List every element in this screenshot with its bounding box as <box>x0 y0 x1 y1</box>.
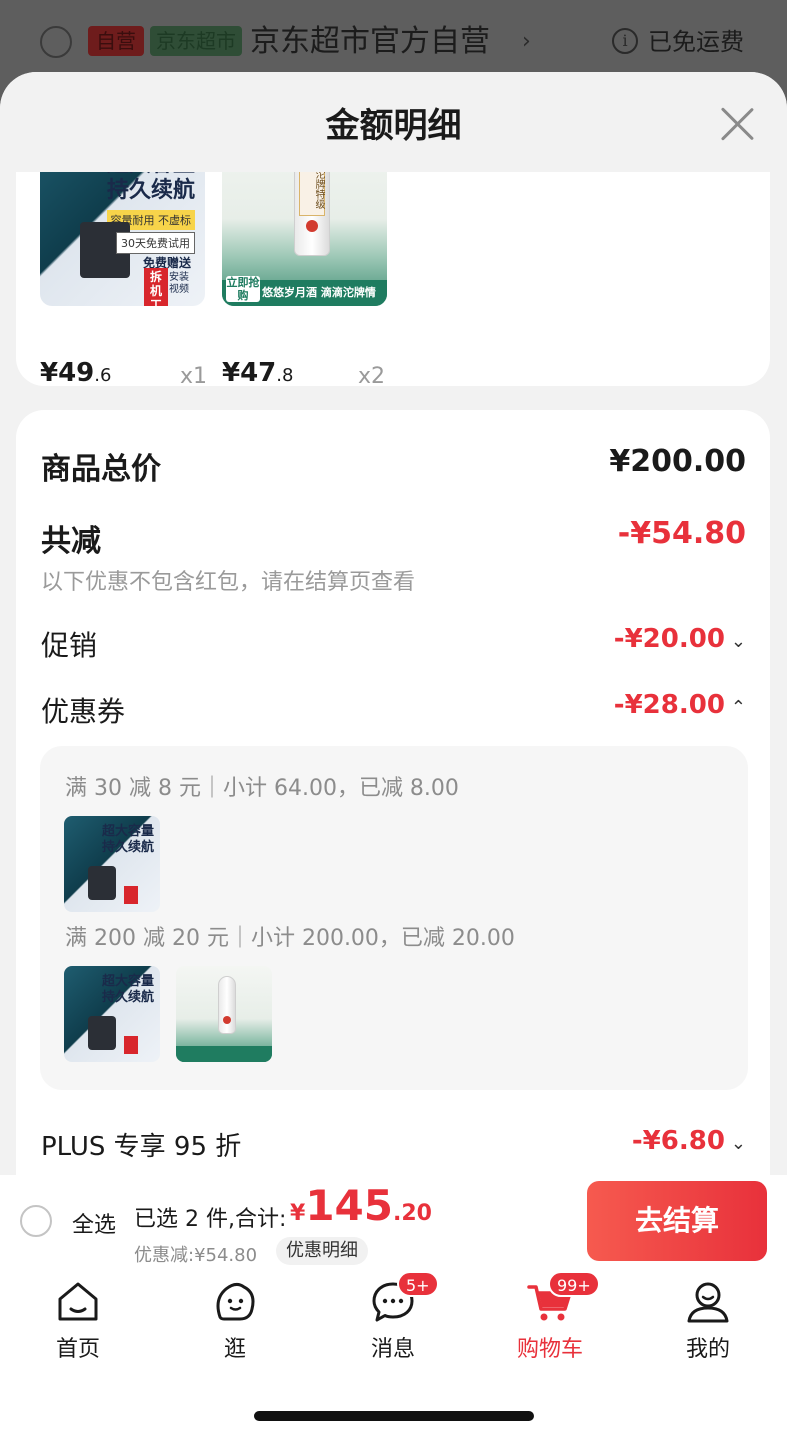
coupon-product-battery: 超大容量 持久续航 <box>64 816 160 912</box>
bottle-seal <box>306 220 318 232</box>
discount-summary: 优惠减:¥54.80 <box>134 1245 258 1266</box>
product-price: ¥47.8 <box>222 358 294 386</box>
explore-icon <box>216 1282 255 1321</box>
coupon-detail-box: 满 30 减 8 元｜小计 64.00，已减 8.00 超大容量 持久续航 满 … <box>40 746 748 1090</box>
supermarket-tag: 京东超市 <box>150 26 242 56</box>
promotion-value: -¥20.00 <box>613 624 725 654</box>
total-reduction-label: 共减 <box>41 524 101 559</box>
chevron-down-icon: ⌄ <box>730 631 746 652</box>
reduction-hint: 以下优惠不包含红包，请在结算页查看 <box>41 570 416 595</box>
coupon-rule: 满 30 减 8 元｜小计 64.00，已减 8.00 <box>65 776 459 801</box>
chevron-down-icon: ⌄ <box>730 1133 746 1154</box>
cart-badge: 99+ <box>548 1271 600 1297</box>
tab-label: 购物车 <box>516 1337 583 1362</box>
selected-count: 已选 2 件,合计: <box>134 1207 287 1232</box>
close-icon[interactable] <box>717 104 757 144</box>
info-icon: i <box>612 28 638 54</box>
bottom-tab-bar: 首页 逛 5+ 消息 99+ 购物车 我的 <box>0 1265 787 1437</box>
goods-total-label: 商品总价 <box>41 452 161 487</box>
chevron-right-icon: › <box>522 29 531 54</box>
discount-detail-button[interactable]: 优惠明细 <box>276 1237 368 1265</box>
coupon-product-battery: 超大容量 持久续航 <box>64 966 160 1062</box>
coupon-label: 优惠券 <box>41 695 126 728</box>
coupon-rule: 满 200 减 20 元｜小计 200.00，已减 20.00 <box>65 926 515 951</box>
store-name: 京东超市官方自营 <box>250 24 490 59</box>
checkout-button[interactable]: 去结算 <box>587 1181 767 1261</box>
tab-cart[interactable]: 99+ 购物车 <box>490 1271 610 1365</box>
home-icon <box>58 1282 98 1321</box>
store-header: 自营 京东超市 京东超市官方自营 › i 已免运费 <box>0 22 787 62</box>
grab-now-tag: 立即抢购 <box>226 276 260 302</box>
trial-badge: 30天免费试用 <box>116 232 195 254</box>
plus-label: PLUS 专享 95 折 <box>41 1132 242 1162</box>
total-reduction-value: -¥54.80 <box>617 516 746 551</box>
product-price: ¥49.6 <box>40 358 112 386</box>
coupon-product-wine <box>176 966 272 1062</box>
tab-label: 我的 <box>685 1337 730 1362</box>
plus-value: -¥6.80 <box>631 1126 725 1156</box>
tab-profile[interactable]: 我的 <box>648 1275 768 1365</box>
store-select-radio <box>40 26 72 58</box>
summary-card: 商品总价 ¥200.00 共减 -¥54.80 以下优惠不包含红包，请在结算页查… <box>16 410 770 1175</box>
video-text: 安装视频 <box>169 272 189 295</box>
select-all-label[interactable]: 全选 <box>72 1207 116 1239</box>
coupon-value: -¥28.00 <box>613 690 725 720</box>
select-all-radio[interactable] <box>20 1205 52 1237</box>
tab-label: 消息 <box>370 1337 415 1362</box>
tab-home[interactable]: 首页 <box>18 1275 138 1365</box>
amount-detail-sheet: 金额明细 超大容量 持久续航 容量耐用 不虚标 30天免费试用 免费赠送 拆机工… <box>0 72 787 1175</box>
promotion-row[interactable]: -¥20.00 ⌄ <box>614 624 746 654</box>
plus-row[interactable]: -¥6.80 ⌄ <box>632 1126 746 1156</box>
self-run-tag: 自营 <box>88 26 144 56</box>
product-qty: x1 <box>180 364 208 386</box>
chevron-up-icon: ⌃ <box>730 697 746 718</box>
home-indicator[interactable] <box>254 1411 534 1421</box>
tab-label: 逛 <box>223 1337 246 1362</box>
checkout-bar: 全选 已选 2 件,合计: ¥145.20 优惠减:¥54.80 优惠明细 去结… <box>0 1175 787 1266</box>
shipping-status: 已免运费 <box>648 28 744 56</box>
sheet-title: 金额明细 <box>325 106 462 146</box>
tab-label: 首页 <box>55 1337 100 1362</box>
product-qty: x2 <box>358 364 386 386</box>
goods-total-value: ¥200.00 <box>609 444 746 479</box>
promotion-label: 促销 <box>41 629 98 662</box>
coupon-row[interactable]: -¥28.00 ⌃ <box>614 690 746 720</box>
sheet-header: 金额明细 <box>0 72 787 172</box>
total-price: ¥145.20 <box>290 1181 432 1230</box>
tab-explore[interactable]: 逛 <box>175 1275 295 1365</box>
message-badge: 5+ <box>397 1271 439 1297</box>
profile-icon <box>687 1282 729 1323</box>
tab-messages[interactable]: 5+ 消息 <box>333 1271 453 1365</box>
